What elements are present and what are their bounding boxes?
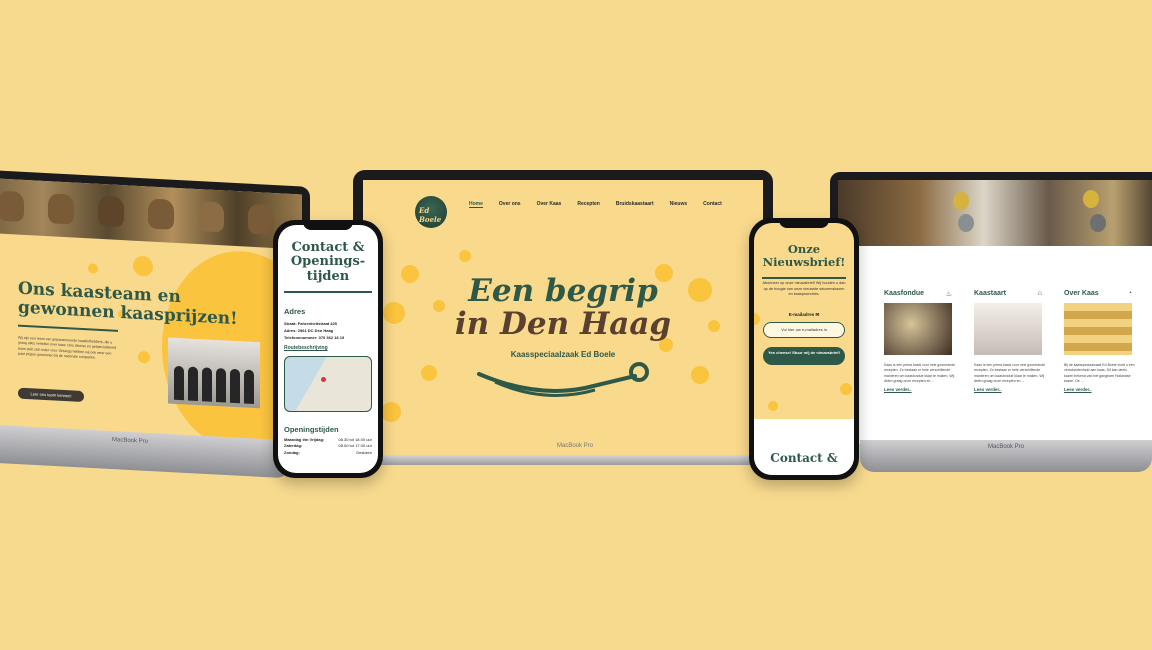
address-line: Straat: Fahrenheitstraat 425 (284, 321, 337, 326)
hero-line1: Een begrip (468, 273, 658, 309)
brand-logo[interactable]: Ed Boele (415, 196, 447, 228)
contact-title: Contact & (770, 451, 838, 465)
hero-line2: in Den Haag (454, 305, 672, 342)
location-map[interactable] (284, 356, 372, 412)
decorative-dot (421, 365, 437, 381)
read-more-link[interactable]: Lees verder.. (1064, 387, 1136, 392)
shop-banner-image (838, 180, 1152, 246)
phone-notch (303, 220, 353, 230)
recipes-page: Kaasfondue ♨ Kaas is een prima basis voo… (838, 180, 1152, 444)
team-body-text: Wij zijn een team van gepassioneerde kaa… (18, 335, 117, 360)
contact-page: Contact & Openings-tijden Adres Straat: … (278, 225, 378, 473)
nav-recepten[interactable]: Recepten (577, 201, 600, 208)
right-phone: Onze Nieuwsbrief! Abonneer op onze nieuw… (749, 218, 859, 480)
laptop-brand-label: MacBook Pro (987, 444, 1024, 450)
contact-title: Contact & Openings-tijden (290, 240, 366, 284)
decorative-dot (840, 383, 852, 395)
nav-nieuws[interactable]: Nieuws (670, 201, 688, 208)
fondue-icon: ♨ (945, 291, 952, 298)
title-rule (284, 291, 372, 293)
read-more-link[interactable]: Lees verder.. (974, 387, 1046, 392)
left-phone: Contact & Openings-tijden Adres Straat: … (273, 220, 383, 478)
decorative-dot (88, 263, 98, 274)
card-kaasfondue: Kaasfondue ♨ Kaas is een prima basis voo… (884, 290, 956, 392)
nav-links: Home Over ons Over Kaas Recepten Bruidsk… (469, 201, 722, 208)
map-pin-icon (321, 377, 326, 382)
newsletter-title: Onze Nieuwsbrief! (762, 242, 846, 270)
fondue-image (884, 303, 952, 355)
card-text: Kaas is een prima basis voor veel gourma… (974, 363, 1046, 383)
decorative-dot (691, 366, 709, 384)
nav-over-ons[interactable]: Over ons (499, 201, 521, 208)
hours-heading: Openingstijden (284, 425, 339, 434)
card-title: Over Kaas (1064, 290, 1099, 297)
cheese-image (1064, 303, 1132, 355)
cake-image (974, 303, 1042, 355)
card-kaastaart: Kaastaart ⌂ Kaas is een prima basis voor… (974, 290, 1046, 392)
newsletter-text: Abonneer op onze nieuwsbrief! Wij houden… (762, 281, 846, 297)
team-photo (168, 337, 260, 409)
address-heading: Adres (284, 307, 306, 316)
address-line: Adres: 2561 DC Den Haag (284, 328, 334, 333)
email-label: E-mailadres ✉ (788, 312, 820, 317)
phone-notch (779, 218, 829, 228)
hero-title: Een begrip in Den Haag (363, 275, 763, 340)
hours-day: Zondag: (284, 449, 300, 455)
balloon (953, 192, 969, 210)
decorative-dot (133, 255, 153, 277)
title-underline (18, 324, 118, 332)
opening-hours: Maandag t/m Vrijdag: 08.30 tot 18.00 uur … (284, 437, 372, 456)
decorative-dot (768, 401, 778, 411)
nav-home[interactable]: Home (469, 201, 483, 208)
cheese-knife-icon (477, 362, 649, 397)
newsletter-page: Onze Nieuwsbrief! Abonneer op onze nieuw… (754, 223, 854, 475)
decorative-dot (381, 402, 401, 422)
balloon (1083, 190, 1099, 208)
balloon (958, 214, 974, 232)
laptop-brand-label: MacBook Pro (556, 443, 593, 449)
home-page: Ed Boele Home Over ons Over Kaas Recepte… (363, 180, 763, 455)
email-input[interactable]: Vul hier uw e-mailadres in (763, 322, 845, 338)
center-laptop-base: MacBook Pro (330, 443, 820, 469)
card-text: Bij de kaasspeciaalzaak Ed Boele vindt u… (1064, 363, 1135, 383)
main-nav: Ed Boele Home Over ons Over Kaas Recepte… (363, 180, 763, 230)
cheese-icon: ◔ (1127, 290, 1132, 297)
decorative-dot (459, 250, 471, 262)
card-text: Kaas is een prima basis voor veel gourma… (884, 363, 956, 383)
balloon (1090, 214, 1106, 232)
subscribe-button[interactable]: Yes cheese! Stuur mij de nieuwsbrief! (763, 347, 845, 365)
nav-contact[interactable]: Contact (703, 201, 722, 208)
logo-text: Ed Boele (419, 206, 442, 224)
cow-banner-image (0, 177, 302, 250)
hero-subtitle: Kaasspeciaalzaak Ed Boele (510, 350, 616, 359)
route-link[interactable]: Routebeschrijving (284, 345, 328, 351)
title-rule (762, 277, 846, 279)
left-laptop-screen: Ons kaasteam en gewonnen kaasprijzen! Wi… (0, 169, 310, 449)
nav-over-kaas[interactable]: Over Kaas (537, 201, 562, 208)
card-over-kaas: Over Kaas ◔ Bij de kaasspeciaalzaak Ed B… (1064, 290, 1136, 392)
right-laptop-base: MacBook Pro (860, 440, 1152, 472)
contact-section (754, 419, 854, 475)
card-title: Kaastaart (974, 290, 1006, 297)
team-button[interactable]: Leer ons team kennen! (18, 387, 84, 403)
hours-time: Gesloten (355, 449, 372, 455)
nav-bruidskaastaart[interactable]: Bruidskaastaart (616, 201, 654, 208)
center-laptop-screen: Ed Boele Home Over ons Over Kaas Recepte… (353, 170, 773, 455)
team-page: Ons kaasteam en gewonnen kaasprijzen! Wi… (0, 177, 302, 449)
right-laptop-screen: Kaasfondue ♨ Kaas is een prima basis voo… (830, 172, 1152, 444)
cake-icon: ⌂ (1037, 290, 1042, 297)
decorative-dot (138, 350, 150, 364)
read-more-link[interactable]: Lees verder.. (884, 387, 956, 392)
phone-line: Telefoonnummer: 070 362 18 19 (284, 335, 345, 340)
